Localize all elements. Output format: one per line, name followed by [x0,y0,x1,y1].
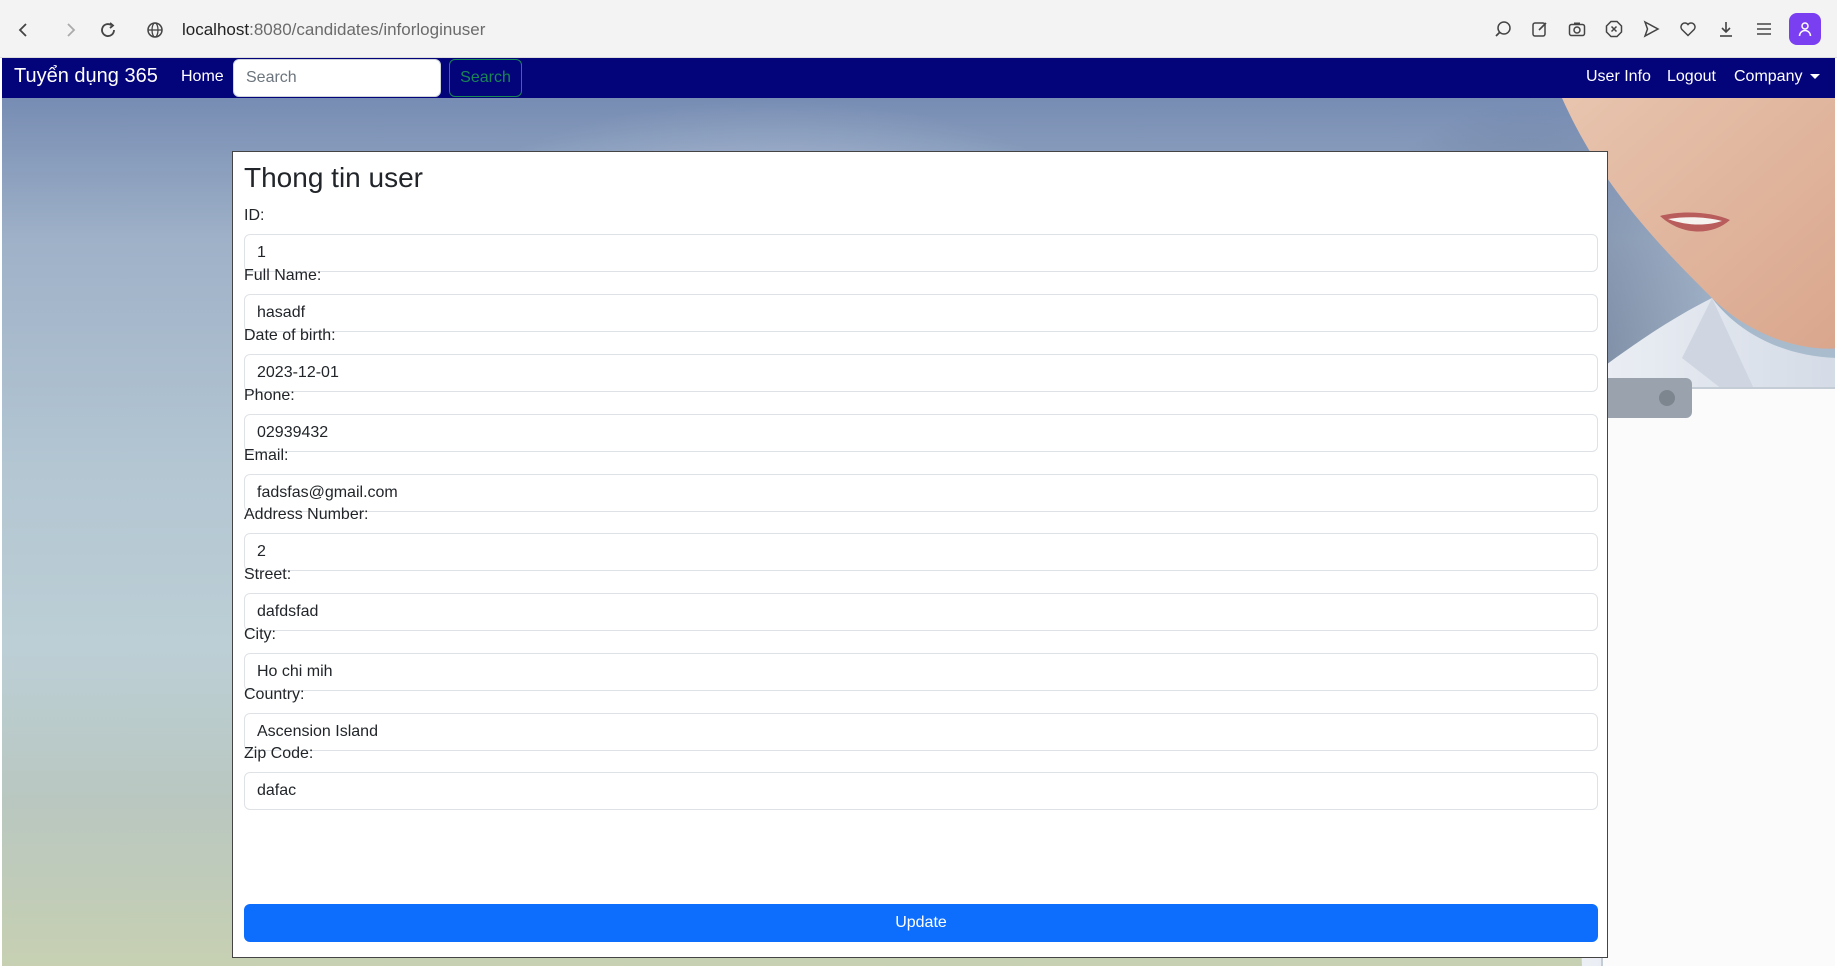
update-button[interactable]: Update [244,904,1598,942]
profile-icon[interactable] [1789,13,1821,45]
address-number-field[interactable]: 2 [244,533,1598,571]
block-icon[interactable] [1599,14,1629,44]
nav-home-link[interactable]: Home [181,68,224,86]
page-title: Thong tin user [244,162,423,193]
full-name-label: Full Name: [244,267,322,284]
top-navbar: Tuyển dụng 365 Home Search User Info Log… [2,58,1835,98]
phone-field[interactable]: 02939432 [244,414,1598,452]
camera-icon[interactable] [1562,14,1592,44]
street-label: Street: [244,566,292,583]
edit-icon[interactable] [1525,14,1555,44]
address-number-label: Address Number: [244,506,369,523]
reload-icon[interactable] [92,14,124,46]
company-dropdown[interactable]: Company [1734,68,1821,86]
url-path: :8080/candidates/inforloginuser [249,20,486,39]
email-field[interactable]: fadsfas@gmail.com [244,474,1598,512]
globe-icon [140,15,170,45]
id-label: ID: [244,207,265,224]
user-info-card: Thong tin user ID: 1 Full Name: hasadf D… [232,151,1608,958]
back-icon[interactable] [8,14,40,46]
country-label: Country: [244,686,305,703]
heart-icon[interactable] [1673,14,1703,44]
email-label: Email: [244,447,289,464]
send-icon[interactable] [1636,14,1666,44]
page-viewport: Tuyển dụng 365 Home Search User Info Log… [2,58,1835,966]
zip-code-label: Zip Code: [244,745,314,762]
user-info-link[interactable]: User Info [1586,68,1651,86]
browser-toolbar: localhost:8080/candidates/inforloginuser [0,0,1837,58]
menu-lines-icon[interactable] [1749,14,1779,44]
country-field[interactable]: Ascension Island [244,713,1598,751]
zip-code-field[interactable]: dafac [244,772,1598,810]
search-input[interactable] [233,59,441,97]
date-of-birth-label: Date of birth: [244,327,336,344]
caret-down-icon [1810,74,1821,80]
search-button[interactable]: Search [449,59,522,97]
download-icon[interactable] [1711,14,1741,44]
url-host: localhost [182,20,250,39]
street-field[interactable]: dafdsfad [244,593,1598,631]
address-bar[interactable]: localhost:8080/candidates/inforloginuser [140,10,485,50]
city-field[interactable]: Ho chi mih [244,653,1598,691]
company-dropdown-label: Company [1734,68,1803,85]
forward-icon[interactable] [54,14,86,46]
full-name-field[interactable]: hasadf [244,294,1598,332]
logout-link[interactable]: Logout [1667,68,1716,86]
id-field[interactable]: 1 [244,234,1598,272]
brand-logo[interactable]: Tuyển dụng 365 [14,65,158,88]
lens-icon[interactable] [1488,14,1518,44]
date-of-birth-field[interactable]: 2023-12-01 [244,354,1598,392]
city-label: City: [244,626,276,643]
phone-label: Phone: [244,387,295,404]
